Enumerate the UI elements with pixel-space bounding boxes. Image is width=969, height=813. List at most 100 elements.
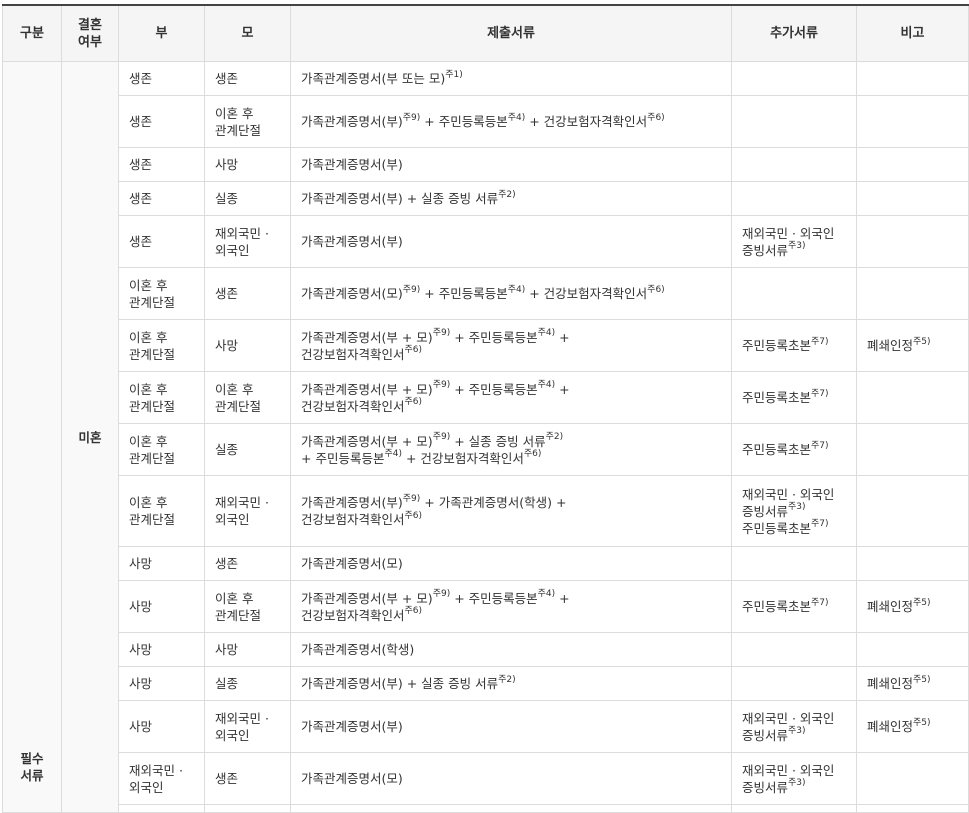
father-cell xyxy=(118,804,205,813)
note-cell xyxy=(856,475,969,547)
note-cell xyxy=(856,371,969,424)
father-cell: 생존 xyxy=(118,215,205,268)
mother-cell: 생존 xyxy=(204,267,291,320)
document-table: 구분 결혼 여부 부 모 제출서류 추가서류 비고 필수 서류 미혼 생존 생존 가족관계증… xyxy=(2,4,969,813)
table-row: 필수 서류 미혼 생존 생존 가족관계증명서(부 또는 모)주1) xyxy=(2,61,969,813)
father-cell: 사망 xyxy=(118,666,205,701)
note-cell: 폐쇄인정주5) xyxy=(856,580,969,633)
extra-docs-cell: 주민등록초본주7) xyxy=(731,423,857,476)
extra-docs-cell xyxy=(731,95,857,148)
docs-cell: 가족관계증명서(학생) xyxy=(290,632,732,667)
mother-cell: 실종 xyxy=(204,666,291,701)
extra-docs-cell xyxy=(731,267,857,320)
docs-cell: 가족관계증명서(부 + 모)주9) + 주민등록등본주4) + 건강보험자격확인서… xyxy=(290,319,732,372)
docs-cell: 가족관계증명서(부 + 모)주9) + 주민등록등본주4) + 건강보험자격확인서… xyxy=(290,371,732,424)
mother-cell: 생존 xyxy=(204,752,291,805)
father-cell: 사망 xyxy=(118,632,205,667)
table-row xyxy=(3,804,969,813)
father-cell: 사망 xyxy=(118,700,205,753)
header-note: 비고 xyxy=(856,4,969,62)
note-cell xyxy=(856,804,969,813)
note-cell: 폐쇄인정주5) xyxy=(856,319,969,372)
header-extra: 추가서류 xyxy=(731,4,857,62)
category-cell: 필수 서류 xyxy=(2,61,62,813)
table-row: 이혼 후 관계단절 생존 가족관계증명서(모)주9) + 주민등록등본주4) + 건강… xyxy=(3,267,969,320)
table-row: 사망 이혼 후 관계단절 가족관계증명서(부 + 모)주9) + 주민등록등본주4) … xyxy=(3,580,969,633)
mother-cell: 실종 xyxy=(204,181,291,216)
extra-docs-cell: 주민등록초본주7) xyxy=(731,580,857,633)
table-row: 사망 생존 가족관계증명서(모) xyxy=(3,546,969,581)
table-row: 이혼 후 관계단절 사망 가족관계증명서(부 + 모)주9) + 주민등록등본주4) … xyxy=(3,319,969,372)
extra-docs-cell: 재외국민 · 외국인 증빙서류주3) xyxy=(731,700,857,753)
mother-cell xyxy=(204,804,291,813)
header-father: 부 xyxy=(118,4,205,62)
father-cell: 이혼 후 관계단절 xyxy=(118,371,205,424)
note-cell xyxy=(856,423,969,476)
note-cell xyxy=(856,752,969,805)
table-row: 재외국민 · 외국인 생존 가족관계증명서(모) 재외국민 · 외국인 증빙서류주3) xyxy=(3,752,969,805)
docs-cell: 가족관계증명서(부) + 실종 증빙 서류주2) xyxy=(290,666,732,701)
extra-docs-cell xyxy=(731,147,857,182)
docs-cell: 가족관계증명서(부 + 모)주9) + 주민등록등본주4) + 건강보험자격확인서… xyxy=(290,580,732,633)
docs-cell: 가족관계증명서(모)주9) + 주민등록등본주4) + 건강보험자격확인서주6) xyxy=(290,267,732,320)
mother-cell: 재외국민 · 외국인 xyxy=(204,700,291,753)
mother-cell: 이혼 후 관계단절 xyxy=(204,371,291,424)
note-cell xyxy=(856,147,969,182)
table-row: 생존 실종 가족관계증명서(부) + 실종 증빙 서류주2) xyxy=(3,181,969,216)
note-cell xyxy=(856,95,969,148)
docs-cell: 가족관계증명서(모) xyxy=(290,752,732,805)
table-row: 생존 사망 가족관계증명서(부) xyxy=(3,147,969,182)
extra-docs-cell: 재외국민 · 외국인 증빙서류주3) xyxy=(731,752,857,805)
docs-cell: 가족관계증명서(부) xyxy=(290,700,732,753)
extra-docs-cell xyxy=(731,666,857,701)
mother-cell: 생존 xyxy=(204,61,291,96)
note-cell xyxy=(856,215,969,268)
docs-cell xyxy=(290,804,732,813)
header-marital: 결혼 여부 xyxy=(61,4,119,62)
marital-status-cell: 미혼 xyxy=(61,61,119,813)
table-row: 이혼 후 관계단절 이혼 후 관계단절 가족관계증명서(부 + 모)주9) + 주민등록… xyxy=(3,371,969,424)
mother-cell: 실종 xyxy=(204,423,291,476)
docs-cell: 가족관계증명서(부) + 실종 증빙 서류주2) xyxy=(290,181,732,216)
mother-cell: 사망 xyxy=(204,147,291,182)
father-cell: 이혼 후 관계단절 xyxy=(118,319,205,372)
header-docs: 제출서류 xyxy=(290,4,732,62)
note-cell xyxy=(856,61,969,96)
table-row: 생존 재외국민 · 외국인 가족관계증명서(부) 재외국민 · 외국인 증빙서류주3) xyxy=(3,215,969,268)
note-cell xyxy=(856,546,969,581)
father-cell: 이혼 후 관계단절 xyxy=(118,423,205,476)
docs-cell: 가족관계증명서(부 또는 모)주1) xyxy=(290,61,732,96)
note-cell xyxy=(856,632,969,667)
mother-cell: 이혼 후 관계단절 xyxy=(204,95,291,148)
mother-cell: 재외국민 · 외국인 xyxy=(204,215,291,268)
docs-cell: 가족관계증명서(부)주9) + 주민등록등본주4) + 건강보험자격확인서주6) xyxy=(290,95,732,148)
father-cell: 생존 xyxy=(118,95,205,148)
note-cell: 폐쇄인정주5) xyxy=(856,666,969,701)
table-row: 사망 사망 가족관계증명서(학생) xyxy=(3,632,969,667)
father-cell: 사망 xyxy=(118,546,205,581)
extra-docs-cell: 재외국민 · 외국인 증빙서류주3) xyxy=(731,215,857,268)
header-mother: 모 xyxy=(204,4,291,62)
father-cell: 재외국민 · 외국인 xyxy=(118,752,205,805)
father-cell: 사망 xyxy=(118,580,205,633)
mother-cell: 생존 xyxy=(204,546,291,581)
table-row: 생존 이혼 후 관계단절 가족관계증명서(부)주9) + 주민등록등본주4) + 건강… xyxy=(3,95,969,148)
father-cell: 이혼 후 관계단절 xyxy=(118,475,205,547)
extra-docs-cell: 주민등록초본주7) xyxy=(731,319,857,372)
extra-docs-cell xyxy=(731,632,857,667)
note-cell xyxy=(856,181,969,216)
docs-cell: 가족관계증명서(부)주9) + 가족관계증명서(학생) + 건강보험자격확인서주6… xyxy=(290,475,732,547)
header-row: 구분 결혼 여부 부 모 제출서류 추가서류 비고 xyxy=(2,4,969,62)
extra-docs-cell xyxy=(731,61,857,96)
note-cell xyxy=(856,267,969,320)
father-cell: 생존 xyxy=(118,61,205,96)
table-row: 사망 실종 가족관계증명서(부) + 실종 증빙 서류주2) 폐쇄인정주5) xyxy=(3,666,969,701)
mother-cell: 재외국민 · 외국인 xyxy=(204,475,291,547)
docs-cell: 가족관계증명서(부) xyxy=(290,215,732,268)
mother-cell: 사망 xyxy=(204,632,291,667)
table-row: 이혼 후 관계단절 실종 가족관계증명서(부 + 모)주9) + 실종 증빙 서류주2… xyxy=(3,423,969,476)
table-row: 이혼 후 관계단절 재외국민 · 외국인 가족관계증명서(부)주9) + 가족관계증명서… xyxy=(3,475,969,547)
header-category: 구분 xyxy=(2,4,62,62)
table-row: 사망 재외국민 · 외국인 가족관계증명서(부) 재외국민 · 외국인 증빙서류주3) 폐쇄… xyxy=(3,700,969,753)
extra-docs-cell xyxy=(731,804,857,813)
